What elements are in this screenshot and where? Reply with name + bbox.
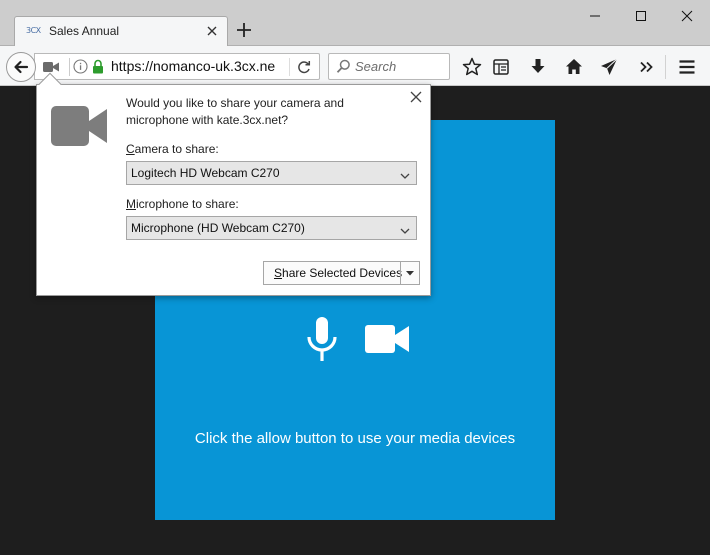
- microphone-select-value: Microphone (HD Webcam C270): [131, 221, 305, 235]
- url-bar[interactable]: https://nomanco-uk.3cx.ne: [34, 53, 320, 80]
- search-icon: [336, 59, 351, 74]
- tab-sales-annual[interactable]: 3CX Sales Annual: [14, 16, 228, 47]
- chevron-down-icon: [400, 169, 410, 179]
- camera-label-text: amera to share:: [134, 142, 219, 156]
- window-minimize-icon[interactable]: [572, 0, 618, 32]
- media-permission-popup: Would you like to share your camera and …: [36, 72, 431, 296]
- microphone-select[interactable]: Microphone (HD Webcam C270): [126, 216, 417, 240]
- microphone-label: Microphone to share:: [126, 197, 239, 211]
- share-button-text: hare Selected Devices: [282, 266, 403, 280]
- microphone-icon: [305, 316, 339, 364]
- share-selected-devices-button[interactable]: Share Selected Devices: [263, 261, 420, 285]
- microphone-label-accesskey: M: [126, 197, 136, 211]
- download-icon[interactable]: [527, 56, 549, 78]
- microphone-label-text: icrophone to share:: [136, 197, 239, 211]
- chevron-down-icon: [406, 271, 414, 276]
- reload-icon[interactable]: [295, 58, 313, 76]
- media-hint-text: Click the allow button to use your media…: [194, 430, 516, 447]
- new-tab-plus-icon[interactable]: [236, 22, 252, 38]
- search-input[interactable]: [355, 57, 447, 76]
- back-button[interactable]: [6, 52, 36, 82]
- chevron-down-icon: [400, 224, 410, 234]
- window-close-icon[interactable]: [664, 0, 710, 32]
- reader-view-icon[interactable]: [490, 56, 512, 78]
- tab-title: Sales Annual: [49, 24, 120, 38]
- permission-message: Would you like to share your camera and …: [126, 96, 344, 127]
- navigation-toolbar: https://nomanco-uk.3cx.ne: [0, 46, 710, 86]
- tab-close-icon[interactable]: [205, 23, 219, 39]
- toolbar-separator: [665, 55, 666, 79]
- share-button-label: Share Selected Devices: [274, 266, 402, 280]
- info-icon[interactable]: [73, 59, 88, 74]
- camera-select[interactable]: Logitech HD Webcam C270: [126, 161, 417, 185]
- bookmark-star-icon[interactable]: [461, 56, 483, 78]
- hamburger-menu-icon[interactable]: [676, 56, 698, 78]
- window-maximize-icon[interactable]: [618, 0, 664, 32]
- url-separator: [69, 58, 70, 76]
- lock-icon[interactable]: [92, 59, 104, 74]
- title-bar: 3CX Sales Annual: [0, 0, 710, 47]
- camera-label-accesskey: C: [126, 142, 135, 156]
- home-icon[interactable]: [563, 56, 585, 78]
- camera-permission-icon: [50, 105, 108, 147]
- search-bar[interactable]: [328, 53, 450, 80]
- popup-close-icon[interactable]: [409, 90, 423, 104]
- camera-label: Camera to share:: [126, 142, 219, 156]
- send-icon[interactable]: [598, 56, 620, 78]
- video-camera-icon: [363, 324, 411, 354]
- share-button-accesskey: S: [274, 266, 283, 280]
- camera-indicator-icon[interactable]: [43, 61, 59, 73]
- tab-favicon-icon: 3CX: [26, 26, 41, 35]
- url-text[interactable]: https://nomanco-uk.3cx.ne: [111, 58, 283, 74]
- share-dropdown-button[interactable]: [401, 262, 419, 284]
- camera-select-value: Logitech HD Webcam C270: [131, 166, 280, 180]
- overflow-chevrons-icon[interactable]: [636, 56, 658, 78]
- url-separator-2: [289, 58, 290, 76]
